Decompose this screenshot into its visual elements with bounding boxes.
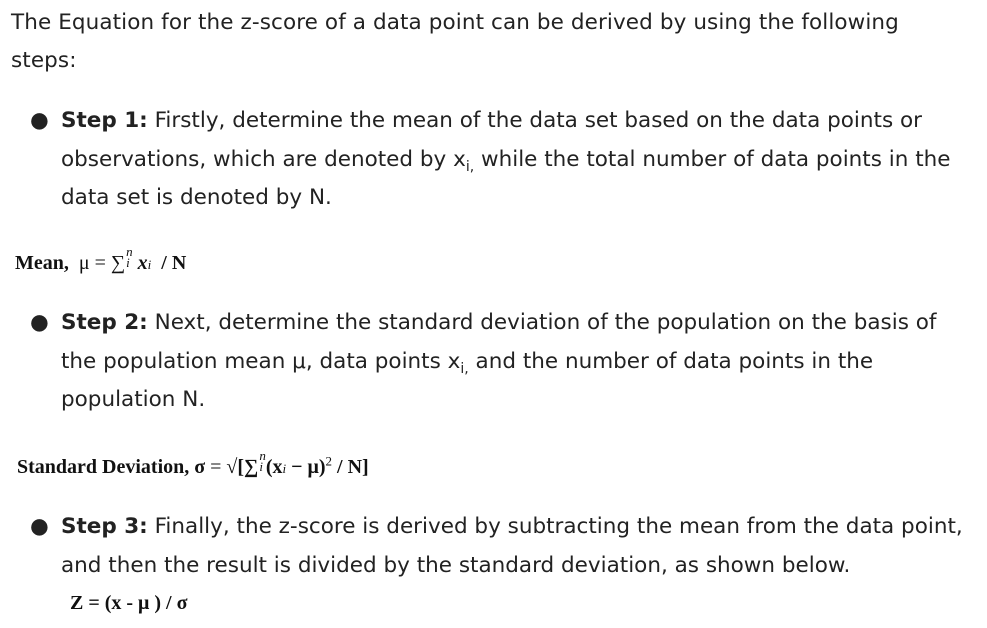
bullet-icon: ● <box>30 310 49 335</box>
subscript-i: i, <box>465 158 475 175</box>
step-3-item: ● Step 3: Finally, the z-score is derive… <box>30 508 975 585</box>
minus-mu: − μ) <box>286 456 326 478</box>
step-3-text: Step 3: Finally, the z-score is derived … <box>61 508 975 585</box>
step-3-label: Step 3: <box>61 514 148 539</box>
step-2-label: Step 2: <box>61 310 148 335</box>
mean-formula-label: Mean, <box>15 252 69 274</box>
bullet-icon: ● <box>30 108 49 133</box>
zscore-expression: Z = (x - μ ) / σ <box>70 592 188 614</box>
sigma-lhs: σ <box>194 456 206 478</box>
mean-var-sub: i <box>147 257 152 272</box>
mean-var: x <box>137 252 148 274</box>
sum-lower: i <box>259 459 263 474</box>
zscore-formula: Z = (x - μ ) / σ <box>70 592 188 615</box>
sigma-symbol: ∑ <box>110 252 126 274</box>
subscript-i: i, <box>460 360 469 377</box>
std-dev-label: Standard Deviation, <box>17 456 190 478</box>
mean-lhs: μ = <box>78 252 106 274</box>
std-dev-rest: / N] <box>332 456 369 478</box>
step-1-label: Step 1: <box>61 108 148 133</box>
step-1-text: Step 1: Firstly, determine the mean of t… <box>61 102 975 218</box>
step-1-item: ● Step 1: Firstly, determine the mean of… <box>30 102 975 218</box>
inner-var: (x <box>265 456 283 478</box>
bullet-icon: ● <box>30 514 49 539</box>
intro-paragraph: The Equation for the z-score of a data p… <box>11 10 899 73</box>
mean-rest: / N <box>161 252 187 274</box>
mean-formula: Mean, μ = ∑n i xi / N <box>15 245 187 275</box>
equals-sign: = <box>210 456 222 478</box>
step-2-item: ● Step 2: Next, determine the standard d… <box>30 304 975 420</box>
step-3-body: Finally, the z-score is derived by subtr… <box>61 514 963 578</box>
step-2-text: Step 2: Next, determine the standard dev… <box>61 304 975 420</box>
sqrt-sigma-open: √[∑ <box>226 456 259 478</box>
sum-lower: i <box>126 255 130 270</box>
std-dev-formula: Standard Deviation, σ = √[∑n i (xi − μ)2 /… <box>17 449 369 479</box>
sum-limits: ni <box>126 245 133 270</box>
